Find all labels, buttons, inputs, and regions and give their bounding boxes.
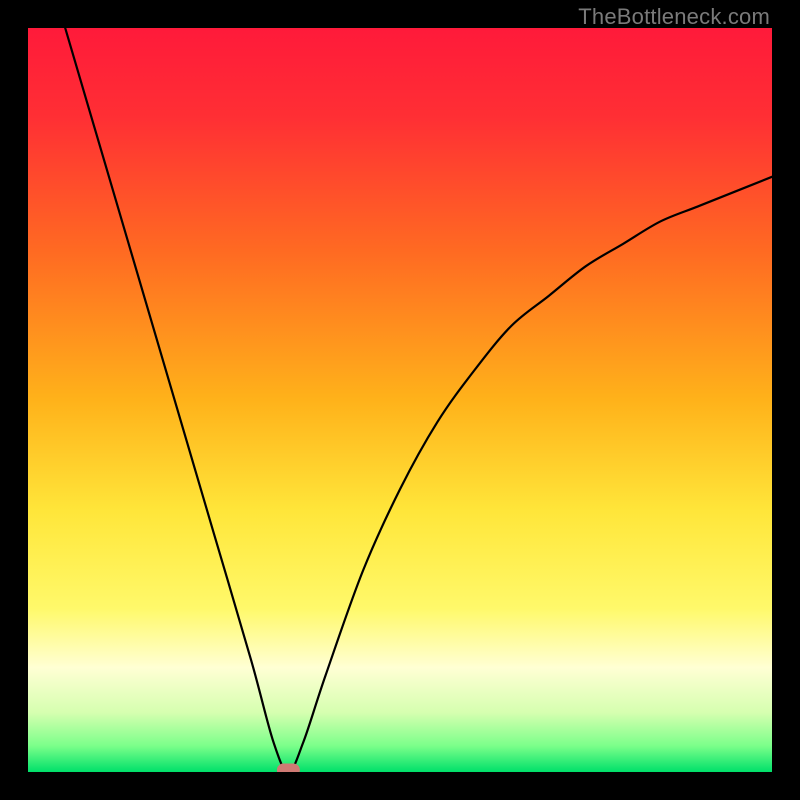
gradient-bg [28, 28, 772, 772]
chart-svg [28, 28, 772, 772]
optimal-marker [277, 764, 299, 772]
plot-area [28, 28, 772, 772]
watermark-text: TheBottleneck.com [578, 4, 770, 30]
